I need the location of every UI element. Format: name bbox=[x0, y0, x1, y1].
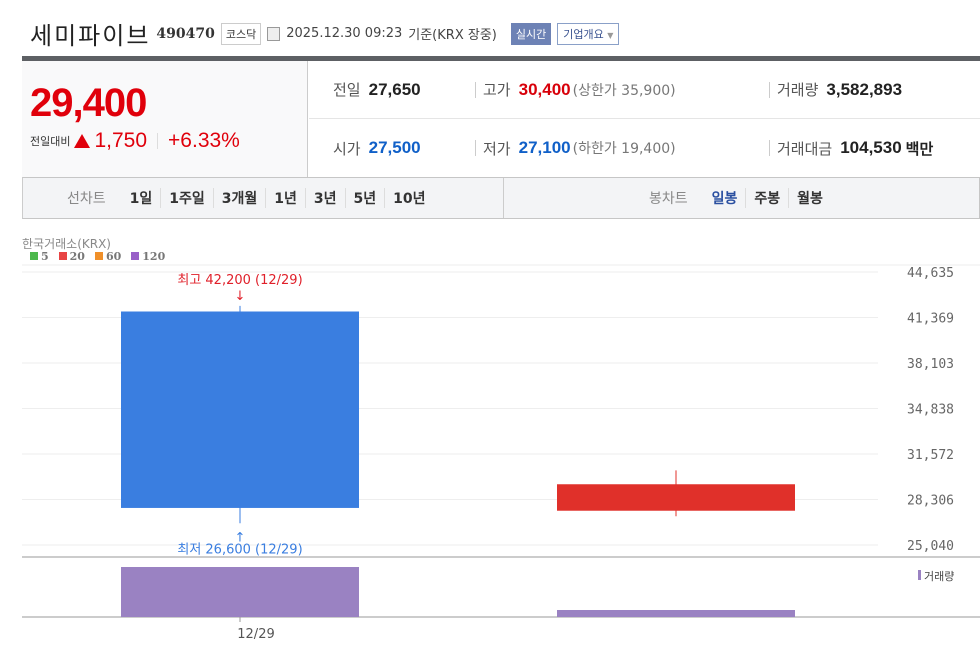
min-annotation: 최저 26,600 (12/29) bbox=[177, 542, 302, 557]
legend-ma60: 60 bbox=[94, 250, 121, 263]
y-tick-label: 41,369 bbox=[907, 312, 954, 327]
max-annotation: 최고 42,200 (12/29) bbox=[177, 273, 302, 288]
candle-body bbox=[557, 484, 795, 511]
y-tick-label: 34,838 bbox=[907, 403, 954, 418]
legend-ma20: 20 bbox=[58, 250, 85, 263]
volume-bar bbox=[121, 567, 359, 617]
y-tick-label: 38,103 bbox=[907, 357, 954, 372]
down-arrow-icon: ↓ bbox=[235, 289, 246, 304]
legend-ma120: 120 bbox=[131, 250, 165, 263]
volume-legend-swatch bbox=[918, 570, 921, 580]
x-tick-label: 12/29 bbox=[237, 627, 274, 642]
legend-ma5: 5 bbox=[30, 250, 49, 263]
candle-body bbox=[121, 311, 359, 508]
volume-legend-label: 거래량 bbox=[924, 570, 954, 583]
y-tick-label: 28,306 bbox=[907, 494, 954, 509]
y-tick-label: 25,040 bbox=[907, 539, 954, 554]
y-tick-label: 31,572 bbox=[907, 448, 954, 463]
ma-legend: 5 20 60 120 bbox=[30, 250, 165, 263]
candlestick-chart: 44,635 41,369 38,103 34,838 31,572 28,306 25,0… bbox=[22, 264, 980, 642]
y-tick-label: 44,635 bbox=[907, 266, 954, 281]
volume-bar bbox=[557, 610, 795, 617]
